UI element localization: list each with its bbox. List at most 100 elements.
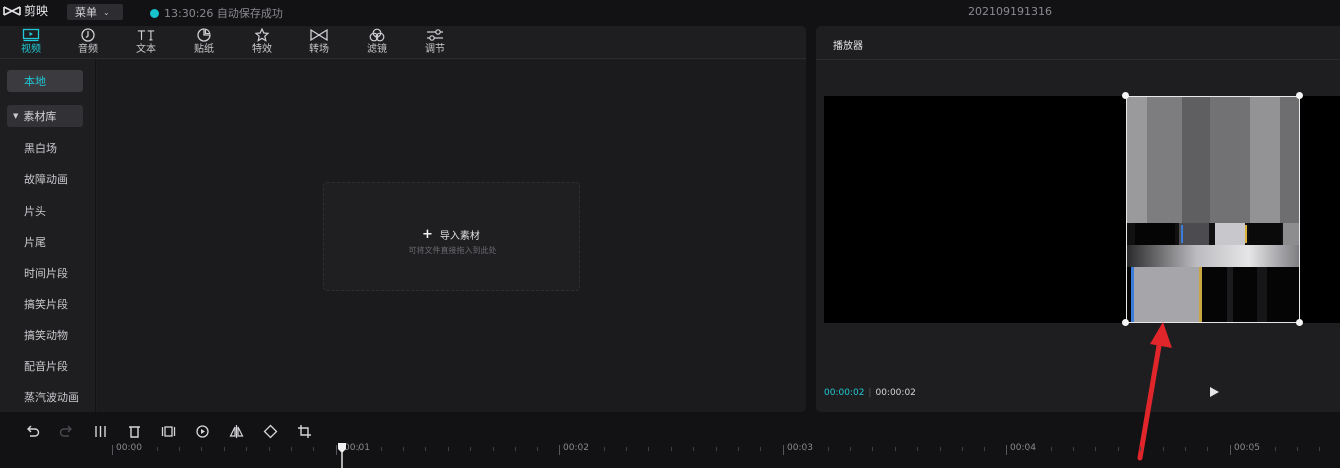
player-title: 播放器 (833, 41, 863, 52)
ruler-minor-tick (246, 447, 247, 451)
timeline-ruler[interactable]: 00:00 00:01 00:02 00:03 00:04 00:05 (0, 443, 1340, 468)
time-separator: | (868, 388, 872, 398)
filter-icon (368, 28, 386, 42)
tab-effects-label: 特效 (252, 44, 272, 55)
timeline-toolbar (0, 419, 1340, 443)
mirror-icon[interactable] (228, 423, 244, 439)
tab-effects[interactable]: 特效 (242, 28, 282, 58)
ruler-minor-tick (291, 447, 292, 451)
ruler-minor-tick (179, 447, 180, 451)
ruler-minor-tick (895, 447, 896, 451)
ruler-minor-tick (134, 447, 135, 451)
sidebar-item-dubbing[interactable]: 配音片段 (24, 360, 68, 374)
ruler-minor-tick (425, 447, 426, 451)
video-icon (22, 28, 40, 42)
ruler-minor-tick (648, 447, 649, 451)
glitch-frame-image (1127, 97, 1299, 322)
ruler-minor-tick (157, 447, 158, 451)
sidebar-item-funny-animals[interactable]: 搞笑动物 (24, 329, 68, 343)
import-dropzone[interactable]: + 导入素材 可将文件直接拖入到此处 (323, 182, 580, 291)
sidebar-item-time-clips[interactable]: 时间片段 (24, 267, 68, 281)
ruler-minor-tick (358, 447, 359, 451)
sidebar-item-blackwhite[interactable]: 黑白场 (24, 142, 57, 156)
ruler-minor-tick (581, 447, 582, 451)
sidebar-item-local[interactable]: 本地 (7, 70, 83, 92)
ruler-minor-tick (1163, 447, 1164, 451)
tab-text[interactable]: 文本 (126, 28, 166, 58)
sidebar-item-glitch[interactable]: 故障动画 (24, 173, 68, 187)
sidebar-item-outro[interactable]: 片尾 (24, 236, 46, 250)
ruler-minor-tick (448, 447, 449, 451)
player-divider (816, 59, 1340, 60)
capcut-logo-icon (3, 6, 21, 16)
tab-filter[interactable]: 滤镜 (357, 28, 397, 58)
ruler-major-tick (559, 445, 560, 455)
sidebar-item-funny-clips[interactable]: 搞笑片段 (24, 298, 68, 312)
ruler-minor-tick (828, 447, 829, 451)
preview-clip-frame[interactable] (1126, 96, 1300, 323)
current-time: 00:00:02 (824, 388, 865, 398)
rotate-icon[interactable] (262, 423, 278, 439)
tab-sticker[interactable]: 贴纸 (184, 28, 224, 58)
ruler-minor-tick (626, 447, 627, 451)
resize-handle-top-right[interactable] (1296, 92, 1303, 99)
ruler-major-tick (783, 445, 784, 455)
ruler-minor-tick (269, 447, 270, 451)
resize-handle-bottom-left[interactable] (1122, 319, 1129, 326)
menu-button-label: 菜单 (75, 6, 97, 19)
tab-audio[interactable]: 音频 (68, 28, 108, 58)
import-hint: 可将文件直接拖入到此处 (408, 246, 497, 255)
reverse-icon[interactable] (194, 423, 210, 439)
tab-audio-label: 音频 (78, 44, 98, 55)
resize-handle-bottom-right[interactable] (1296, 319, 1303, 326)
ruler-minor-tick (1275, 447, 1276, 451)
total-time: 00:00:02 (875, 388, 916, 398)
undo-icon[interactable] (24, 423, 40, 439)
ruler-minor-tick (1140, 447, 1141, 451)
tab-video[interactable]: 视频 (11, 28, 51, 58)
freeze-icon[interactable] (160, 423, 176, 439)
play-icon[interactable] (1208, 386, 1220, 398)
tab-transition[interactable]: 转场 (299, 28, 339, 58)
menu-button[interactable]: 菜单 ⌄ (67, 4, 123, 20)
top-bar: 剪映 菜单 ⌄ 13:30:26 自动保存成功 202109191316 (0, 0, 1340, 24)
ruler-major-tick (1230, 445, 1231, 455)
import-button[interactable]: + 导入素材 (422, 227, 480, 242)
ruler-minor-tick (403, 447, 404, 451)
sidebar-item-vaporwave[interactable]: 蒸汽波动画 (24, 391, 79, 405)
sidebar-item-intro[interactable]: 片头 (24, 205, 46, 219)
tab-adjust[interactable]: 调节 (415, 28, 455, 58)
ruler-minor-tick (872, 447, 873, 451)
ruler-minor-tick (671, 447, 672, 451)
media-content-area: + 导入素材 可将文件直接拖入到此处 (97, 60, 806, 412)
ruler-minor-tick (1252, 447, 1253, 451)
tab-transition-label: 转场 (309, 44, 329, 55)
ruler-label-3: 00:03 (787, 443, 813, 453)
ruler-major-tick (112, 445, 113, 455)
ruler-minor-tick (515, 447, 516, 451)
sidebar-item-library[interactable]: ▼ 素材库 (7, 105, 83, 127)
ruler-minor-tick (537, 447, 538, 451)
player-timecode: 00:00:02 | 00:00:02 (824, 388, 916, 398)
chevron-down-icon: ⌄ (103, 7, 110, 17)
text-icon (137, 28, 155, 42)
import-label: 导入素材 (439, 231, 480, 242)
ruler-minor-tick (940, 447, 941, 451)
plus-icon: + (422, 227, 433, 242)
redo-icon[interactable] (58, 423, 74, 439)
ruler-minor-tick (1297, 447, 1298, 451)
delete-icon[interactable] (126, 423, 142, 439)
audio-icon (79, 28, 97, 42)
crop-icon[interactable] (296, 423, 312, 439)
resize-handle-top-left[interactable] (1122, 92, 1129, 99)
ruler-minor-tick (917, 447, 918, 451)
ruler-minor-tick (1207, 447, 1208, 451)
playhead[interactable] (337, 443, 347, 468)
split-icon[interactable] (92, 423, 108, 439)
effects-icon (253, 28, 271, 42)
ruler-minor-tick (1073, 447, 1074, 451)
ruler-minor-tick (805, 447, 806, 451)
ruler-minor-tick (1118, 447, 1119, 451)
preview-viewport (824, 92, 1340, 326)
media-sidebar: 本地 ▼ 素材库 黑白场 故障动画 片头 片尾 时间片段 搞笑片段 搞笑动物 配… (0, 60, 96, 412)
